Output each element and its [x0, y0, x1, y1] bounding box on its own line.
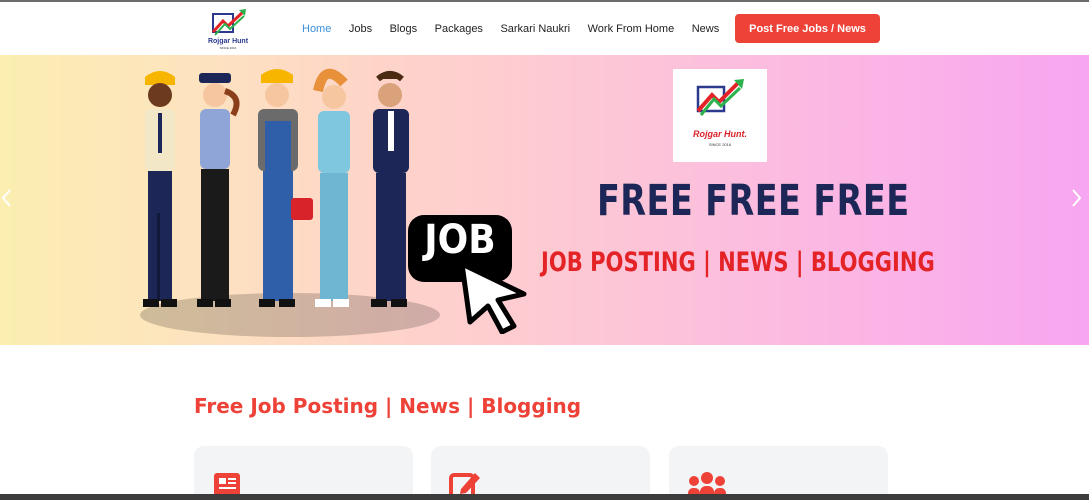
workers-illustration — [140, 68, 440, 337]
cursor-icon — [459, 261, 527, 334]
section-title: Free Job Posting | News | Blogging — [194, 394, 582, 418]
hero-logo-since: SINCE 2016 — [708, 142, 732, 147]
logo-icon: Rojgar Hunt SINCE 2016 — [208, 9, 249, 50]
feature-card-news[interactable] — [431, 446, 650, 500]
hero-subline: JOB POSTING | NEWS | BLOGGING — [541, 247, 935, 278]
svg-text:Rojgar Hunt: Rojgar Hunt — [208, 38, 249, 45]
logo-icon — [696, 79, 744, 116]
svg-text:SINCE 2016: SINCE 2016 — [220, 46, 237, 50]
main-nav: Home Jobs Blogs Packages Sarkari Naukri … — [302, 2, 737, 55]
feature-card-blogging[interactable] — [669, 446, 888, 500]
hero-logo-brand: Rojgar Hunt. — [693, 129, 747, 139]
nav-home[interactable]: Home — [302, 23, 331, 35]
window-bottom-edge — [0, 494, 1089, 500]
site-logo[interactable]: Rojgar Hunt SINCE 2016 — [206, 8, 252, 50]
job-badge-label: JOB — [424, 217, 496, 263]
nav-packages[interactable]: Packages — [435, 23, 483, 35]
hero-banner: JOB Rojgar Hunt. SINCE 2016 FREE FREE FR… — [0, 55, 1089, 345]
site-header: Rojgar Hunt SINCE 2016 Home Jobs Blogs P… — [0, 2, 1089, 55]
nav-news[interactable]: News — [692, 23, 720, 35]
nav-jobs[interactable]: Jobs — [349, 23, 372, 35]
post-free-jobs-button[interactable]: Post Free Jobs / News — [735, 14, 880, 43]
hero-headline: FREE FREE FREE — [597, 176, 910, 226]
chevron-right-icon[interactable] — [1071, 188, 1085, 212]
hero-logo: Rojgar Hunt. SINCE 2016 — [673, 69, 767, 162]
nav-sarkari-naukri[interactable]: Sarkari Naukri — [500, 23, 570, 35]
chevron-left-icon[interactable] — [0, 188, 14, 212]
nav-work-from-home[interactable]: Work From Home — [588, 23, 675, 35]
nav-blogs[interactable]: Blogs — [390, 23, 418, 35]
feature-card-job-posting[interactable] — [194, 446, 413, 500]
